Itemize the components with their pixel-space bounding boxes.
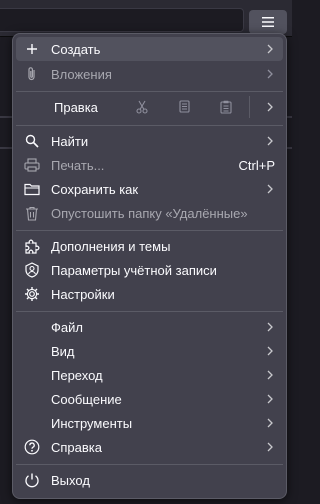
menu-item-save-as[interactable]: Сохранить как bbox=[16, 177, 283, 201]
menu-item-new[interactable]: Создать bbox=[16, 37, 283, 61]
menu-item-label: Создать bbox=[51, 41, 101, 57]
menu-item-quit[interactable]: Выход bbox=[16, 468, 283, 492]
paste-button[interactable] bbox=[215, 96, 237, 118]
menu-item-go[interactable]: Переход bbox=[16, 363, 283, 387]
search-icon bbox=[23, 132, 41, 150]
menu-item-empty-trash[interactable]: Опустошить папку «Удалённые» bbox=[16, 201, 283, 225]
chevron-right-icon bbox=[267, 184, 273, 194]
menu-item-settings[interactable]: Настройки bbox=[16, 282, 283, 306]
toolbar bbox=[0, 0, 292, 37]
chevron-right-icon bbox=[267, 322, 273, 332]
folder-icon bbox=[23, 180, 41, 198]
chevron-right-icon bbox=[267, 136, 273, 146]
clipboard-icon bbox=[220, 100, 232, 114]
menu-separator bbox=[16, 125, 283, 126]
menu-separator bbox=[16, 230, 283, 231]
edit-label: Правка bbox=[54, 99, 98, 115]
edit-row-divider bbox=[249, 96, 250, 118]
address-bar[interactable] bbox=[0, 8, 244, 32]
chevron-right-icon bbox=[267, 418, 273, 428]
paperclip-icon bbox=[23, 65, 41, 83]
help-icon bbox=[23, 438, 41, 456]
trash-icon bbox=[23, 204, 41, 222]
menu-item-addons[interactable]: Дополнения и темы bbox=[16, 234, 283, 258]
chevron-right-icon bbox=[267, 442, 273, 452]
menu-item-message[interactable]: Сообщение bbox=[16, 387, 283, 411]
menu-item-label: Параметры учётной записи bbox=[51, 262, 217, 278]
cut-button[interactable] bbox=[131, 96, 153, 118]
menu-item-label: Справка bbox=[51, 439, 102, 455]
menu-separator bbox=[16, 311, 283, 312]
menu-item-label: Найти bbox=[51, 133, 89, 149]
chevron-right-icon bbox=[267, 370, 273, 380]
menu-separator bbox=[16, 464, 283, 465]
menu-item-label: Переход bbox=[51, 367, 103, 383]
chevron-right-icon bbox=[267, 394, 273, 404]
menu-item-print[interactable]: Печать... Ctrl+P bbox=[16, 153, 283, 177]
menu-item-find[interactable]: Найти bbox=[16, 129, 283, 153]
menu-item-attachments[interactable]: Вложения bbox=[16, 62, 283, 86]
menu-item-label: Печать... bbox=[51, 157, 105, 173]
menu-item-label: Дополнения и темы bbox=[51, 238, 171, 254]
copy-icon bbox=[179, 100, 190, 113]
menu-item-label: Сохранить как bbox=[51, 181, 139, 197]
edit-controls-row: Правка bbox=[16, 94, 283, 120]
menu-item-label: Выход bbox=[51, 472, 90, 488]
account-icon bbox=[23, 261, 41, 279]
gear-icon bbox=[23, 285, 41, 303]
puzzle-icon bbox=[23, 237, 41, 255]
menu-item-account-settings[interactable]: Параметры учётной записи bbox=[16, 258, 283, 282]
app-menu-panel: Создать Вложения Правка Найти Печать... … bbox=[12, 33, 287, 499]
chevron-right-icon bbox=[267, 44, 273, 54]
menu-item-tools[interactable]: Инструменты bbox=[16, 411, 283, 435]
menu-item-label: Вложения bbox=[51, 66, 112, 82]
printer-icon bbox=[23, 156, 41, 174]
chevron-right-icon bbox=[267, 69, 273, 79]
menu-item-file[interactable]: Файл bbox=[16, 315, 283, 339]
menu-separator bbox=[16, 91, 283, 92]
menu-item-label: Опустошить папку «Удалённые» bbox=[51, 205, 248, 221]
menu-item-help[interactable]: Справка bbox=[16, 435, 283, 459]
menu-item-label: Файл bbox=[51, 319, 83, 335]
app-menu-button[interactable] bbox=[249, 10, 287, 34]
menu-item-label: Инструменты bbox=[51, 415, 133, 431]
hamburger-icon bbox=[262, 17, 274, 27]
menu-item-view[interactable]: Вид bbox=[16, 339, 283, 363]
copy-button[interactable] bbox=[173, 96, 195, 118]
chevron-right-icon[interactable] bbox=[263, 100, 277, 114]
menu-item-label: Вид bbox=[51, 343, 75, 359]
menu-item-label: Сообщение bbox=[51, 391, 122, 407]
chevron-right-icon bbox=[267, 346, 273, 356]
shortcut-label: Ctrl+P bbox=[238, 157, 275, 173]
menu-item-label: Настройки bbox=[51, 286, 115, 302]
power-icon bbox=[23, 471, 41, 489]
scissors-icon bbox=[136, 100, 148, 114]
plus-icon bbox=[23, 40, 41, 58]
